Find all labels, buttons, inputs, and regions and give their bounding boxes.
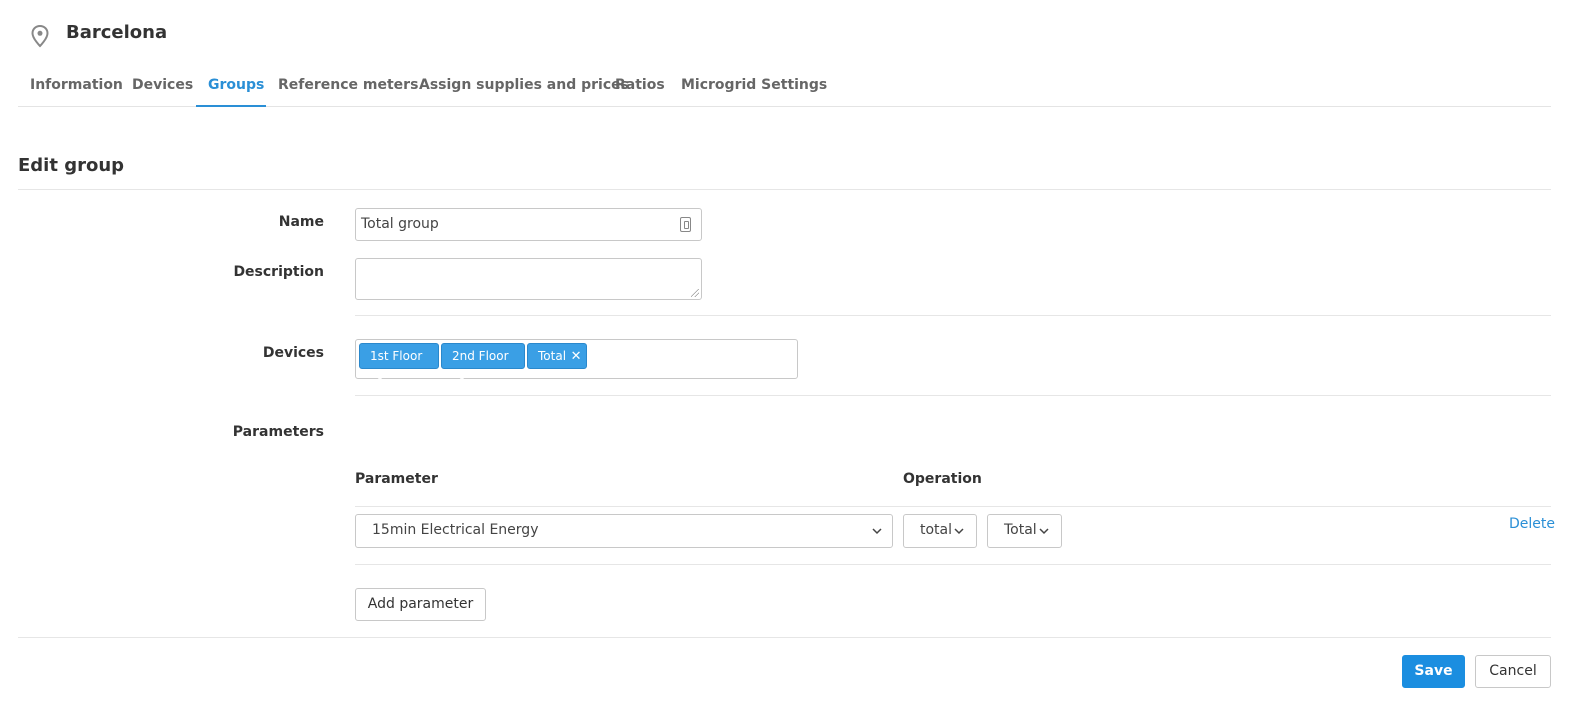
- divider: [18, 637, 1551, 638]
- location-pin-icon: [30, 24, 50, 48]
- tab-devices[interactable]: Devices: [132, 77, 193, 93]
- description-textarea[interactable]: [355, 258, 702, 300]
- operation-column-header: Operation: [903, 471, 982, 487]
- parameter-select[interactable]: 15min Electrical Energy: [355, 514, 893, 548]
- name-input-value: Total group: [361, 216, 439, 232]
- page-title: Barcelona: [66, 22, 168, 43]
- save-button[interactable]: Save: [1402, 655, 1465, 688]
- divider: [355, 395, 1551, 396]
- device-tag: 1st Floor✕: [359, 343, 439, 388]
- password-manager-icon[interactable]: [680, 217, 691, 232]
- tab-bar: Information Devices Groups Reference met…: [18, 64, 1551, 107]
- divider: [355, 564, 1551, 565]
- active-tab-indicator: [196, 105, 266, 107]
- parameter-column-header: Parameter: [355, 471, 438, 487]
- description-label: Description: [233, 264, 324, 280]
- divider: [18, 189, 1551, 190]
- tab-reference-meters[interactable]: Reference meters: [278, 77, 418, 93]
- device-tag: Total ✕: [527, 343, 587, 369]
- cancel-button[interactable]: Cancel: [1475, 655, 1551, 688]
- chevron-down-icon: [872, 527, 882, 535]
- tab-microgrid-settings[interactable]: Microgrid Settings: [681, 77, 827, 93]
- add-parameter-button[interactable]: Add parameter: [355, 588, 486, 621]
- tab-ratios[interactable]: Ratios: [615, 77, 665, 93]
- remove-tag-icon[interactable]: ✕: [372, 369, 388, 393]
- delete-parameter-link[interactable]: Delete: [1509, 516, 1555, 532]
- devices-label: Devices: [262, 345, 324, 361]
- aggregation-select[interactable]: Total: [987, 514, 1062, 548]
- tab-assign-supplies-prices[interactable]: Assign supplies and prices: [419, 77, 629, 93]
- operation-select[interactable]: total: [903, 514, 977, 548]
- tab-information[interactable]: Information: [30, 77, 123, 93]
- divider: [355, 506, 1551, 507]
- parameters-label: Parameters: [232, 424, 324, 440]
- tab-groups[interactable]: Groups: [208, 77, 264, 93]
- name-input[interactable]: Total group: [355, 208, 702, 241]
- remove-tag-icon[interactable]: ✕: [568, 345, 584, 369]
- chevron-down-icon: [954, 527, 964, 535]
- resize-handle-icon[interactable]: [691, 289, 699, 297]
- remove-tag-icon[interactable]: ✕: [454, 369, 470, 393]
- devices-multiselect[interactable]: 1st Floor✕ 2nd Floor✕ Total ✕: [355, 339, 798, 388]
- device-tag: 2nd Floor✕: [441, 343, 525, 388]
- chevron-down-icon: [1039, 527, 1049, 535]
- divider: [355, 315, 1551, 316]
- section-title: Edit group: [18, 155, 125, 176]
- name-label: Name: [278, 214, 324, 230]
